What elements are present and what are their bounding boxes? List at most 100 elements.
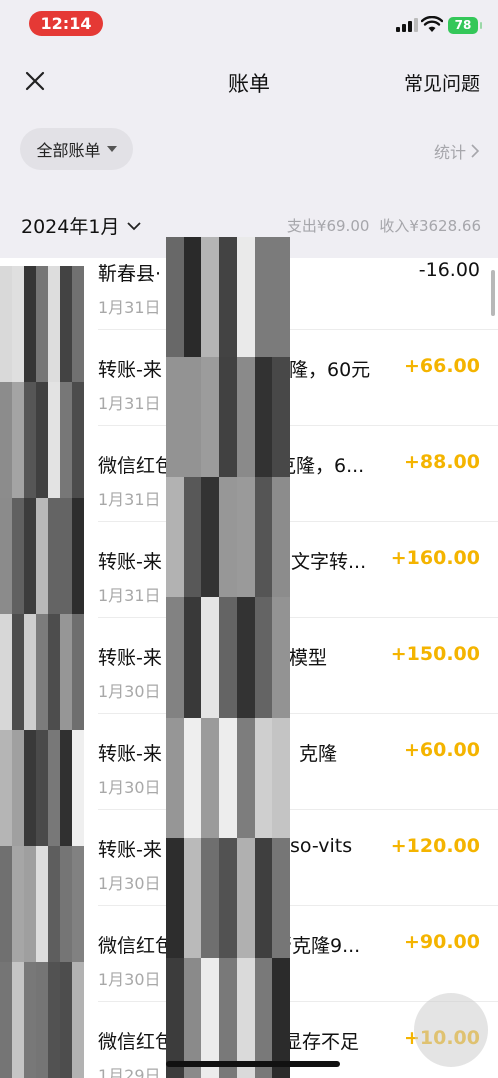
transaction-title-tail: 文字转... — [291, 551, 367, 573]
redaction-mosaic — [0, 266, 84, 1078]
mosaic-cell — [48, 266, 60, 382]
mosaic-cell — [48, 962, 60, 1078]
mosaic-cell — [201, 357, 220, 478]
mosaic-cell — [60, 266, 72, 382]
transaction-amount: +60.00 — [403, 739, 480, 761]
mosaic-cell — [72, 614, 84, 730]
mosaic-cell — [12, 382, 24, 498]
mosaic-cell — [272, 957, 290, 1078]
mosaic-cell — [36, 266, 48, 382]
mosaic-cell — [201, 837, 220, 958]
mosaic-cell — [0, 730, 12, 846]
mosaic-cell — [36, 614, 48, 730]
mosaic-cell — [183, 837, 202, 958]
transaction-amount: +120.00 — [390, 835, 480, 857]
transaction-title-tail: 隆，60元 — [289, 359, 371, 381]
transaction-title: 转账-来 — [98, 359, 162, 381]
mosaic-cell — [236, 237, 255, 358]
transaction-title: 靳春县· — [98, 263, 162, 285]
mosaic-cell — [60, 498, 72, 614]
month-label: 2024年1月 — [21, 216, 120, 238]
mosaic-cell — [201, 237, 220, 358]
mosaic-cell — [219, 477, 237, 598]
mosaic-cell — [72, 846, 84, 962]
mosaic-cell — [201, 717, 220, 838]
mosaic-cell — [219, 717, 237, 838]
mosaic-cell — [60, 382, 72, 498]
mosaic-cell — [0, 382, 12, 498]
mosaic-cell — [36, 498, 48, 614]
mosaic-cell — [12, 498, 24, 614]
mosaic-cell — [36, 382, 48, 498]
mosaic-cell — [272, 597, 290, 718]
transaction-title-tail: 模型 — [289, 647, 328, 669]
wifi-icon — [421, 16, 443, 32]
stats-link[interactable]: 统计 — [434, 139, 480, 163]
mosaic-cell — [12, 730, 24, 846]
mosaic-cell — [24, 498, 36, 614]
mosaic-cell — [183, 477, 202, 598]
floating-button[interactable] — [414, 993, 488, 1067]
mosaic-cell — [48, 498, 60, 614]
mosaic-cell — [0, 498, 12, 614]
bill-filter-dropdown[interactable]: 全部账单 — [20, 128, 133, 170]
mosaic-cell — [48, 382, 60, 498]
mosaic-cell — [272, 477, 290, 598]
transaction-amount: +66.00 — [403, 355, 480, 377]
month-summary: 支出¥69.00 收入¥3628.66 — [287, 215, 481, 236]
transaction-title: 转账-来 — [98, 743, 162, 765]
mosaic-cell — [183, 237, 202, 358]
mosaic-cell — [254, 717, 273, 838]
mosaic-cell — [236, 717, 255, 838]
mosaic-cell — [236, 357, 255, 478]
mosaic-cell — [166, 237, 184, 358]
transaction-title: 转账-来 — [98, 839, 162, 861]
transaction-date: 1月31日 — [98, 586, 161, 605]
mosaic-cell — [12, 846, 24, 962]
transaction-date: 1月31日 1 — [98, 298, 176, 317]
mosaic-cell — [166, 597, 184, 718]
mosaic-cell — [36, 730, 48, 846]
transaction-amount: -16.00 — [418, 259, 480, 281]
mosaic-cell — [183, 957, 202, 1078]
battery-icon: 78 — [448, 17, 482, 34]
transaction-amount: +88.00 — [403, 451, 480, 473]
mosaic-cell — [60, 846, 72, 962]
mosaic-cell — [254, 837, 273, 958]
mosaic-cell — [272, 237, 290, 358]
nav-bar: 账单 常见问题 — [0, 50, 498, 112]
mosaic-cell — [272, 357, 290, 478]
transaction-date: 1月29日 — [98, 1066, 161, 1078]
mosaic-cell — [24, 266, 36, 382]
mosaic-cell — [254, 477, 273, 598]
stats-label: 统计 — [433, 143, 466, 162]
mosaic-cell — [0, 614, 12, 730]
scrollbar[interactable] — [491, 270, 495, 316]
bill-filter-label: 全部账单 — [36, 141, 101, 160]
mosaic-cell — [183, 717, 202, 838]
mosaic-cell — [219, 357, 237, 478]
mosaic-cell — [219, 237, 237, 358]
transaction-title: 微信红包 — [98, 935, 175, 957]
income-total: 收入¥3628.66 — [379, 217, 481, 235]
mosaic-cell — [60, 614, 72, 730]
transaction-date: 1月30日 — [98, 778, 161, 797]
chevron-right-icon — [471, 144, 480, 158]
month-selector[interactable]: 2024年1月 — [21, 212, 142, 239]
transaction-title: 微信红包 — [98, 455, 175, 477]
mosaic-cell — [183, 357, 202, 478]
transaction-amount: +90.00 — [403, 931, 480, 953]
transaction-date: 1月31日 — [98, 394, 161, 413]
caret-down-icon — [106, 146, 117, 152]
mosaic-cell — [219, 957, 237, 1078]
expense-total: 支出¥69.00 — [286, 217, 370, 235]
transaction-date: 1月30日 — [98, 682, 161, 701]
mosaic-cell — [72, 382, 84, 498]
mosaic-cell — [236, 597, 255, 718]
transaction-title-tail: 显存不足 — [283, 1031, 360, 1053]
mosaic-cell — [183, 597, 202, 718]
transaction-title: 转账-来 — [98, 647, 162, 669]
mosaic-cell — [48, 614, 60, 730]
mosaic-cell — [24, 730, 36, 846]
faq-link[interactable]: 常见问题 — [404, 69, 480, 96]
